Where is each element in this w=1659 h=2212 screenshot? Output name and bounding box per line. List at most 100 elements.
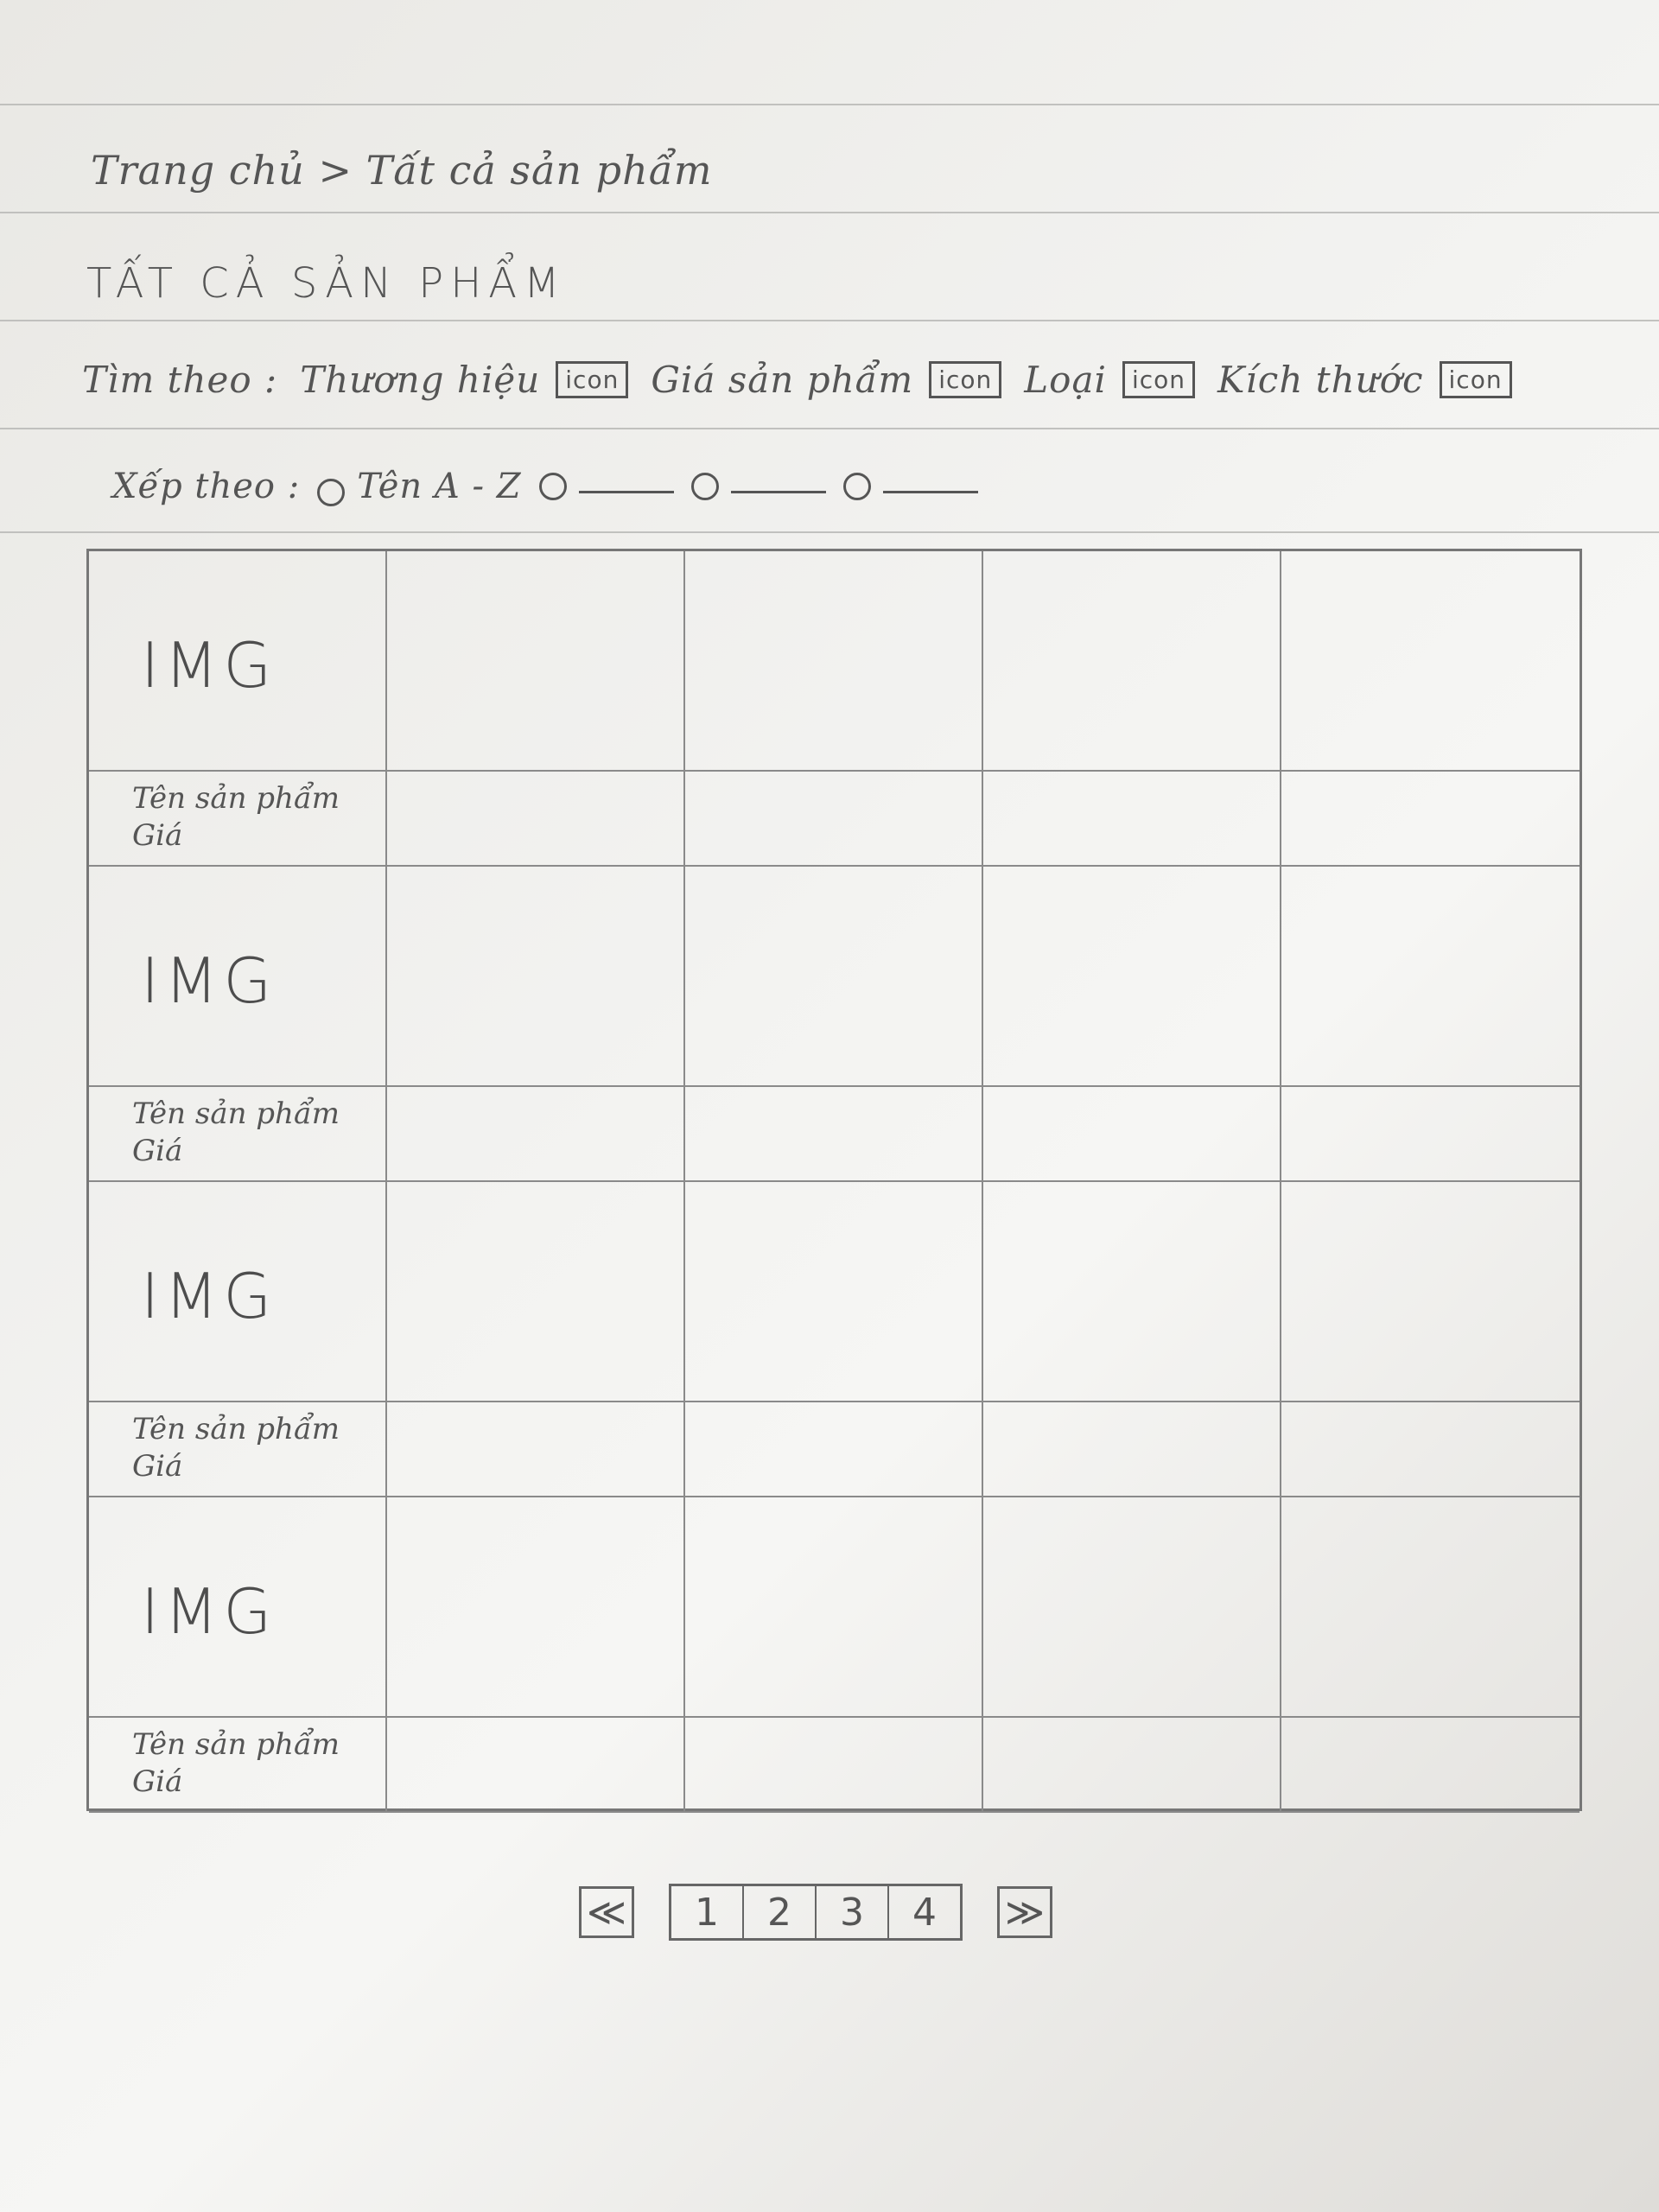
product-info-cell[interactable]: Tên sản phẩm Giá <box>89 1718 387 1813</box>
product-image-cell[interactable] <box>685 1497 983 1718</box>
product-info-cell[interactable] <box>387 1402 685 1497</box>
product-info-cell[interactable] <box>685 1402 983 1497</box>
product-image-cell[interactable] <box>387 551 685 772</box>
product-image-cell[interactable] <box>387 1497 685 1718</box>
product-info-cell[interactable]: Tên sản phẩm Giá <box>89 772 387 867</box>
product-info-cell[interactable] <box>1281 1718 1580 1813</box>
filter-type[interactable]: Loại icon <box>1024 359 1195 401</box>
product-image-cell[interactable]: IMG <box>89 551 387 772</box>
breadcrumb-separator: > <box>318 147 353 194</box>
product-image-cell[interactable] <box>1281 1182 1580 1402</box>
product-info-cell[interactable]: Tên sản phẩm Giá <box>89 1087 387 1182</box>
breadcrumb-current: Tất cả sản phẩm <box>365 147 713 194</box>
product-name[interactable]: Tên sản phẩm <box>132 1411 340 1448</box>
product-info-cell[interactable] <box>387 1087 685 1182</box>
filter-price-label: Giá sản phẩm <box>651 359 914 401</box>
product-info-cell[interactable] <box>983 1087 1281 1182</box>
filter-size[interactable]: Kích thước icon <box>1217 359 1512 401</box>
product-info-cell[interactable] <box>685 772 983 867</box>
filter-size-label: Kích thước <box>1217 359 1424 401</box>
paper-line <box>0 428 1659 429</box>
filter-type-label: Loại <box>1024 359 1107 401</box>
product-price: Giá <box>132 1133 183 1168</box>
product-price: Giá <box>132 817 183 853</box>
filter-label: Tìm theo : <box>82 359 278 401</box>
paper-line <box>0 531 1659 533</box>
product-info: Tên sản phẩm Giá <box>132 1411 340 1484</box>
sort-bar: Xếp theo : Tên A - Z <box>112 467 978 506</box>
next-page-button[interactable]: ≫ <box>997 1886 1052 1938</box>
product-image-cell[interactable] <box>387 867 685 1087</box>
product-info-cell[interactable] <box>685 1718 983 1813</box>
product-image-cell[interactable] <box>387 1182 685 1402</box>
product-image-cell[interactable] <box>983 1182 1281 1402</box>
page-title: TẤT CẢ SẢN PHẨM <box>86 259 567 308</box>
sort-label: Xếp theo : <box>112 467 301 506</box>
product-name[interactable]: Tên sản phẩm <box>132 780 340 817</box>
breadcrumb: Trang chủ > Tất cả sản phẩm <box>91 147 713 194</box>
breadcrumb-home-link[interactable]: Trang chủ <box>91 147 305 194</box>
product-info-cell[interactable] <box>1281 772 1580 867</box>
filter-price-icon[interactable]: icon <box>929 360 1002 399</box>
product-image-cell[interactable]: IMG <box>89 1182 387 1402</box>
sort-option-name-az[interactable]: Tên A - Z <box>317 467 521 506</box>
filter-price[interactable]: Giá sản phẩm icon <box>651 359 1002 401</box>
radio-icon[interactable] <box>317 479 346 506</box>
sort-option-2[interactable] <box>538 473 674 500</box>
filter-bar: Tìm theo : Thương hiệu icon Giá sản phẩm… <box>82 359 1512 401</box>
radio-icon[interactable] <box>842 473 871 500</box>
product-image-cell[interactable] <box>1281 551 1580 772</box>
page-numbers: 1 2 3 4 <box>669 1884 963 1941</box>
page-number-4[interactable]: 4 <box>889 1886 960 1938</box>
product-info-cell[interactable]: Tên sản phẩm Giá <box>89 1402 387 1497</box>
product-image-cell[interactable] <box>685 867 983 1087</box>
product-info-cell[interactable] <box>1281 1087 1580 1182</box>
product-image-cell[interactable] <box>685 1182 983 1402</box>
product-info: Tên sản phẩm Giá <box>132 1096 340 1169</box>
prev-page-button[interactable]: ≪ <box>579 1886 634 1938</box>
product-image-placeholder: IMG <box>141 944 277 1017</box>
page-number-1[interactable]: 1 <box>671 1886 744 1938</box>
product-image-cell[interactable] <box>983 867 1281 1087</box>
filter-brand-label: Thương hiệu <box>300 359 541 401</box>
filter-size-icon[interactable]: icon <box>1439 360 1512 399</box>
sort-option-placeholder-line <box>578 491 674 493</box>
product-info-cell[interactable] <box>685 1087 983 1182</box>
product-grid: IMG Tên sản phẩm Giá IMG Tên sản phẩm Giá IMG T… <box>86 549 1582 1813</box>
product-name[interactable]: Tên sản phẩm <box>132 1096 340 1133</box>
product-image-cell[interactable]: IMG <box>89 867 387 1087</box>
product-info-cell[interactable] <box>1281 1402 1580 1497</box>
pagination: ≪ 1 2 3 4 ≫ <box>579 1884 1052 1941</box>
product-info-cell[interactable] <box>983 772 1281 867</box>
product-info: Tên sản phẩm Giá <box>132 780 340 854</box>
product-info-cell[interactable] <box>387 772 685 867</box>
product-name[interactable]: Tên sản phẩm <box>132 1726 340 1764</box>
product-price: Giá <box>132 1448 183 1484</box>
sort-option-placeholder-line <box>730 491 826 493</box>
radio-icon[interactable] <box>538 473 567 500</box>
product-image-cell[interactable] <box>685 551 983 772</box>
product-image-placeholder: IMG <box>141 629 277 702</box>
product-info-cell[interactable] <box>983 1402 1281 1497</box>
product-image-placeholder: IMG <box>141 1575 277 1648</box>
sort-option-4[interactable] <box>842 473 978 500</box>
filter-brand-icon[interactable]: icon <box>556 360 629 399</box>
sort-option-3[interactable] <box>690 473 826 500</box>
page-number-2[interactable]: 2 <box>744 1886 817 1938</box>
product-image-cell[interactable] <box>1281 1497 1580 1718</box>
product-image-cell[interactable]: IMG <box>89 1497 387 1718</box>
sort-option-label: Tên A - Z <box>357 467 522 506</box>
filter-type-icon[interactable]: icon <box>1122 360 1195 399</box>
paper-line <box>0 104 1659 105</box>
product-price: Giá <box>132 1764 183 1799</box>
filter-brand[interactable]: Thương hiệu icon <box>300 359 629 401</box>
paper-line <box>0 212 1659 213</box>
product-info-cell[interactable] <box>983 1718 1281 1813</box>
product-image-cell[interactable] <box>983 551 1281 772</box>
page-number-3[interactable]: 3 <box>817 1886 889 1938</box>
product-image-cell[interactable] <box>1281 867 1580 1087</box>
product-info: Tên sản phẩm Giá <box>132 1726 340 1800</box>
product-image-cell[interactable] <box>983 1497 1281 1718</box>
radio-icon[interactable] <box>690 473 719 500</box>
product-info-cell[interactable] <box>387 1718 685 1813</box>
